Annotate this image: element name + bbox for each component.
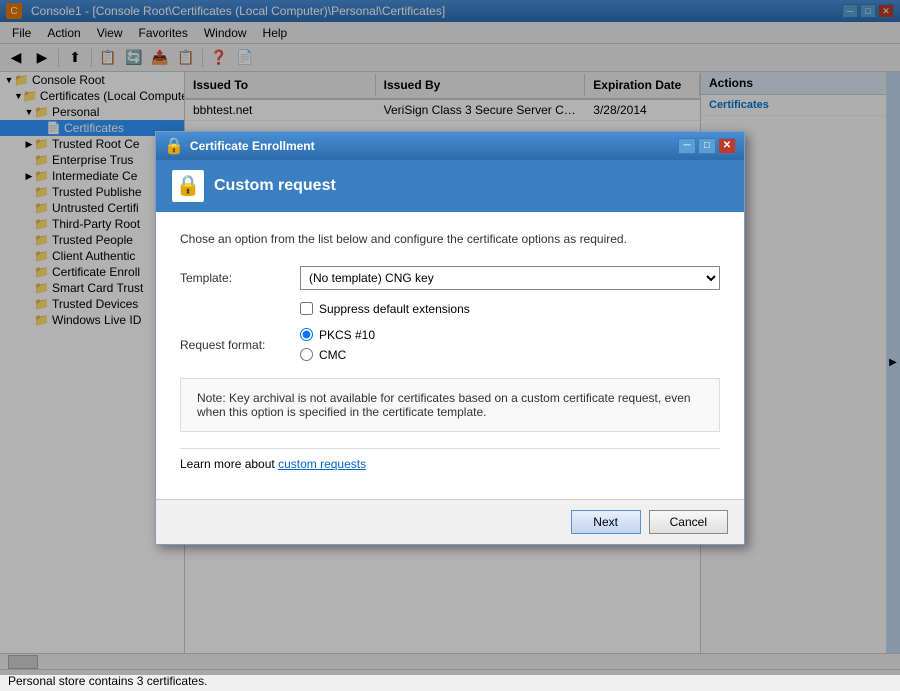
modal-overlay: 🔒 Certificate Enrollment ─ □ ✕ 🔒 Custom … (0, 0, 900, 675)
dialog-footer: Next Cancel (156, 499, 744, 544)
pkcs10-row: PKCS #10 (300, 328, 720, 342)
dialog-minimize-button[interactable]: ─ (678, 138, 696, 154)
dialog-banner-icon: 🔒 (172, 170, 204, 202)
template-control: (No template) CNG key (No template) Lega… (300, 266, 720, 290)
template-row: Template: (No template) CNG key (No temp… (180, 266, 720, 290)
dialog-maximize-button[interactable]: □ (698, 138, 716, 154)
dialog-title-bar: 🔒 Certificate Enrollment ─ □ ✕ (156, 132, 744, 160)
dialog-description: Chose an option from the list below and … (180, 232, 720, 246)
dialog-title: Certificate Enrollment (190, 139, 315, 153)
cmc-label[interactable]: CMC (319, 348, 346, 362)
next-button[interactable]: Next (571, 510, 641, 534)
custom-requests-link[interactable]: custom requests (278, 457, 366, 471)
dialog-banner-title: Custom request (214, 177, 336, 195)
cancel-button[interactable]: Cancel (649, 510, 728, 534)
suppress-label[interactable]: Suppress default extensions (319, 302, 470, 316)
note-text: Note: Key archival is not available for … (197, 391, 691, 419)
template-label: Template: (180, 271, 300, 285)
suppress-checkbox[interactable] (300, 302, 313, 315)
dialog-body: Chose an option from the list below and … (156, 212, 744, 499)
request-format-row: Request format: PKCS #10 CMC (180, 328, 720, 362)
suppress-row: Suppress default extensions (180, 302, 720, 316)
dialog-banner: 🔒 Custom request (156, 160, 744, 212)
status-text: Personal store contains 3 certificates. (8, 674, 207, 688)
request-format-group: PKCS #10 CMC (300, 328, 720, 362)
dialog-note: Note: Key archival is not available for … (180, 378, 720, 432)
learn-more-row: Learn more about custom requests (180, 448, 720, 479)
pkcs10-label[interactable]: PKCS #10 (319, 328, 375, 342)
template-dropdown[interactable]: (No template) CNG key (No template) Lega… (300, 266, 720, 290)
dialog-close-button[interactable]: ✕ (718, 138, 736, 154)
learn-more-text: Learn more about (180, 457, 278, 471)
pkcs10-radio[interactable] (300, 328, 313, 341)
certificate-enrollment-dialog: 🔒 Certificate Enrollment ─ □ ✕ 🔒 Custom … (155, 131, 745, 545)
cmc-radio[interactable] (300, 348, 313, 361)
cmc-row: CMC (300, 348, 720, 362)
request-format-label: Request format: (180, 338, 300, 352)
